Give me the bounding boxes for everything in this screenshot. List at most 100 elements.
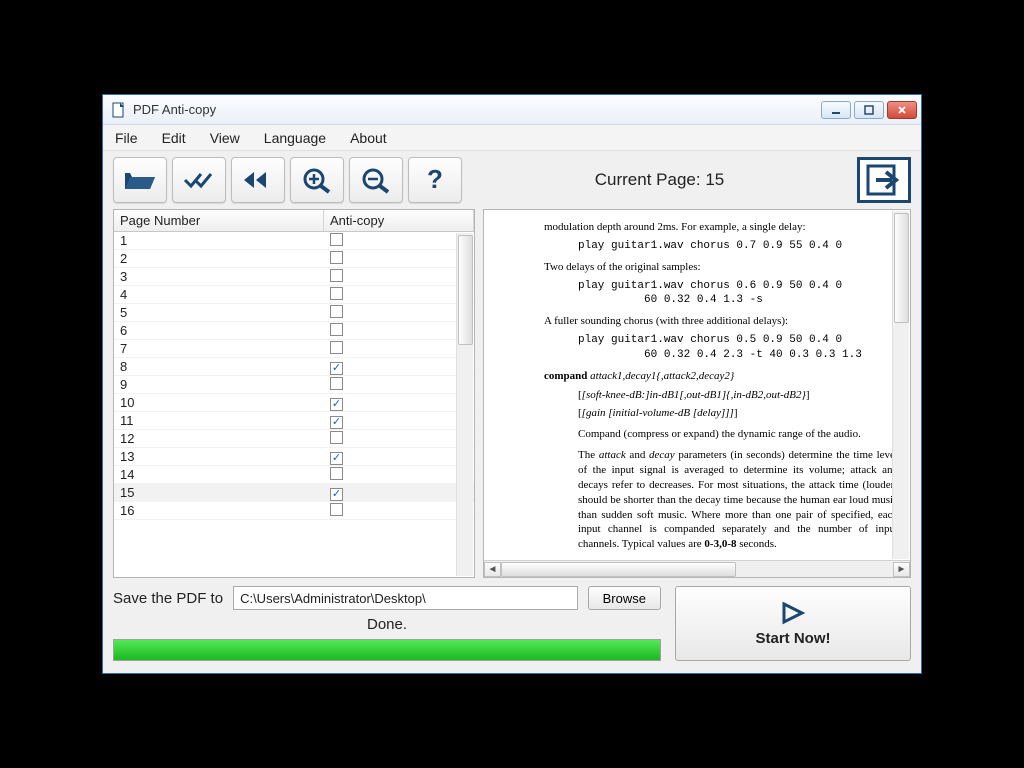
page-number-cell: 10 (114, 395, 324, 410)
page-number-cell: 3 (114, 269, 324, 284)
anti-copy-checkbox[interactable] (330, 377, 343, 390)
page-number-cell: 13 (114, 449, 324, 464)
table-row[interactable]: 2 (114, 250, 474, 268)
start-now-button[interactable]: Start Now! (675, 586, 911, 661)
menu-edit[interactable]: Edit (158, 128, 190, 148)
anti-copy-cell (324, 467, 474, 483)
page-number-cell: 5 (114, 305, 324, 320)
anti-copy-checkbox[interactable]: ✓ (330, 452, 343, 465)
window-title: PDF Anti-copy (133, 102, 821, 117)
table-row[interactable]: 15 ✓ (114, 484, 474, 502)
status-label: Done. (113, 616, 661, 633)
table-row[interactable]: 10 ✓ (114, 394, 474, 412)
anti-copy-checkbox[interactable] (330, 503, 343, 516)
table-row[interactable]: 14 (114, 466, 474, 484)
close-button[interactable] (887, 101, 917, 119)
table-row[interactable]: 11 ✓ (114, 412, 474, 430)
anti-copy-checkbox[interactable] (330, 323, 343, 336)
anti-copy-checkbox[interactable] (330, 431, 343, 444)
page-number-cell: 4 (114, 287, 324, 302)
preview-vscrollbar[interactable] (892, 211, 909, 559)
menubar: File Edit View Language About (103, 125, 921, 151)
anti-copy-checkbox[interactable] (330, 305, 343, 318)
browse-button[interactable]: Browse (588, 586, 661, 610)
anti-copy-checkbox[interactable]: ✓ (330, 398, 343, 411)
minimize-button[interactable] (821, 101, 851, 119)
preview-hscrollbar[interactable]: ◄► (484, 560, 910, 577)
list-header: Page Number Anti-copy (114, 210, 474, 232)
page-number-cell: 2 (114, 251, 324, 266)
table-row[interactable]: 16 (114, 502, 474, 520)
maximize-button[interactable] (854, 101, 884, 119)
anti-copy-cell: ✓ (324, 358, 474, 375)
save-label: Save the PDF to (113, 590, 223, 607)
anti-copy-checkbox[interactable]: ✓ (330, 416, 343, 429)
menu-language[interactable]: Language (260, 128, 330, 148)
col-page-number[interactable]: Page Number (114, 210, 324, 231)
anti-copy-checkbox[interactable] (330, 341, 343, 354)
anti-copy-checkbox[interactable] (330, 269, 343, 282)
table-row[interactable]: 12 (114, 430, 474, 448)
undo-button[interactable] (231, 157, 285, 203)
menu-view[interactable]: View (206, 128, 244, 148)
list-body[interactable]: 12345678✓910✓11✓1213✓1415✓16 (114, 232, 474, 577)
anti-copy-cell (324, 377, 474, 393)
page-number-cell: 11 (114, 413, 324, 428)
menu-file[interactable]: File (111, 128, 142, 148)
zoom-out-button[interactable] (349, 157, 403, 203)
help-button[interactable]: ? (408, 157, 462, 203)
anti-copy-cell: ✓ (324, 394, 474, 411)
anti-copy-cell: ✓ (324, 448, 474, 465)
col-anti-copy[interactable]: Anti-copy (324, 210, 474, 231)
page-number-cell: 14 (114, 467, 324, 482)
table-row[interactable]: 5 (114, 304, 474, 322)
table-row[interactable]: 1 (114, 232, 474, 250)
open-button[interactable] (113, 157, 167, 203)
zoom-in-button[interactable] (290, 157, 344, 203)
anti-copy-checkbox[interactable] (330, 287, 343, 300)
menu-about[interactable]: About (346, 128, 391, 148)
table-row[interactable]: 8✓ (114, 358, 474, 376)
table-row[interactable]: 4 (114, 286, 474, 304)
anti-copy-cell: ✓ (324, 484, 474, 501)
preview-content[interactable]: modulation depth around 2ms. For example… (484, 210, 910, 560)
zoom-in-icon (299, 166, 335, 194)
titlebar: PDF Anti-copy (103, 95, 921, 125)
export-button[interactable] (857, 157, 911, 203)
table-row[interactable]: 9 (114, 376, 474, 394)
table-row[interactable]: 7 (114, 340, 474, 358)
page-number-cell: 8 (114, 359, 324, 374)
anti-copy-checkbox[interactable]: ✓ (330, 362, 343, 375)
anti-copy-cell (324, 269, 474, 285)
main-panels: Page Number Anti-copy 12345678✓910✓11✓12… (103, 209, 921, 578)
save-path-input[interactable] (233, 586, 578, 610)
anti-copy-cell (324, 233, 474, 249)
anti-copy-checkbox[interactable] (330, 251, 343, 264)
anti-copy-cell (324, 323, 474, 339)
page-number-cell: 15 (114, 485, 324, 500)
page-number-cell: 1 (114, 233, 324, 248)
table-row[interactable]: 6 (114, 322, 474, 340)
table-row[interactable]: 13 ✓ (114, 448, 474, 466)
toolbar: ? Current Page: 15 (103, 151, 921, 209)
page-number-cell: 6 (114, 323, 324, 338)
page-list-panel: Page Number Anti-copy 12345678✓910✓11✓12… (113, 209, 475, 578)
question-icon: ? (417, 166, 453, 194)
export-icon (864, 162, 904, 198)
anti-copy-cell (324, 503, 474, 519)
page-number-cell: 9 (114, 377, 324, 392)
app-icon (111, 102, 127, 118)
select-all-button[interactable] (172, 157, 226, 203)
current-page-label: Current Page: 15 (462, 170, 857, 190)
anti-copy-checkbox[interactable] (330, 467, 343, 480)
anti-copy-checkbox[interactable]: ✓ (330, 488, 343, 501)
page-number-cell: 16 (114, 503, 324, 518)
play-icon (778, 600, 808, 626)
anti-copy-cell: ✓ (324, 412, 474, 429)
zoom-out-icon (358, 166, 394, 194)
folder-open-icon (122, 166, 158, 194)
table-row[interactable]: 3 (114, 268, 474, 286)
window-buttons (821, 101, 917, 119)
list-vscrollbar[interactable] (456, 233, 473, 576)
anti-copy-checkbox[interactable] (330, 233, 343, 246)
